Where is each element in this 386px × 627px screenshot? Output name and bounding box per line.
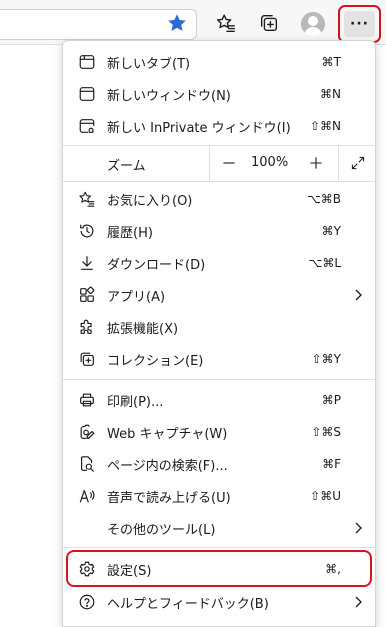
new-tab-icon: [76, 51, 98, 73]
menu-item-label: 履歴(H): [107, 225, 153, 241]
menu-item-label: その他のツール(L): [107, 522, 216, 538]
menu-item-shortcut: ⌘F: [322, 457, 341, 471]
menu-item-label: 印刷(P)...: [107, 394, 164, 410]
settings-gear-icon: [76, 558, 98, 580]
menu-item-shortcut: ⌥⌘L: [308, 256, 341, 270]
zoom-control: ズーム 100%: [63, 145, 375, 181]
menu-item-label: 設定(S): [107, 563, 152, 579]
favorites-icon: [76, 188, 98, 210]
read-aloud-icon: [76, 485, 98, 507]
menu-item-shortcut: ⌘N: [320, 87, 341, 101]
menu-item-shortcut: ⇧⌘N: [309, 119, 341, 133]
new-window-icon: [76, 83, 98, 105]
chevron-right-icon: [355, 522, 362, 534]
zoom-level: 100%: [251, 155, 289, 170]
settings-and-more-button[interactable]: ···: [338, 5, 381, 43]
menu-item-find-on-page[interactable]: ページ内の検索(F)... ⌘F: [63, 449, 375, 479]
menu-item-label: アプリ(A): [107, 289, 166, 305]
menu-item-label: 拡張機能(X): [107, 321, 179, 337]
chevron-right-icon: [355, 596, 362, 608]
menu-item-settings[interactable]: 設定(S) ⌘,: [63, 554, 375, 584]
web-capture-icon: [76, 421, 98, 443]
apps-icon: [76, 284, 98, 306]
menu-item-label: ページ内の検索(F)...: [107, 458, 228, 474]
menu-item-new-tab[interactable]: 新しいタブ(T) ⌘T: [63, 47, 375, 77]
menu-item-shortcut: ⌘,: [325, 562, 341, 576]
zoom-divider: [209, 145, 210, 181]
menu-item-shortcut: ⇧⌘Y: [311, 352, 341, 366]
menu-item-label: 音声で読み上げる(U): [107, 490, 231, 506]
favorites-list-icon[interactable]: [214, 11, 238, 35]
menu-item-shortcut: ⌥⌘B: [306, 192, 341, 206]
menu-item-label: 新しい InPrivate ウィンドウ(I): [107, 120, 291, 136]
settings-and-more-icon: ···: [344, 11, 375, 37]
menu-item-label: 新しいタブ(T): [107, 56, 191, 72]
print-icon: [76, 389, 98, 411]
menu-item-shortcut: ⌘T: [321, 55, 341, 69]
find-on-page-icon: [76, 453, 98, 475]
zoom-divider: [338, 145, 339, 181]
menu-separator: [63, 181, 375, 182]
settings-and-more-menu: 新しいタブ(T) ⌘T 新しいウィンドウ(N) ⌘N 新しい InPrivate…: [62, 40, 376, 627]
menu-item-collections[interactable]: コレクション(E) ⇧⌘Y: [63, 344, 375, 374]
zoom-label: ズーム: [107, 159, 146, 174]
collections-icon: [76, 348, 98, 370]
profile-avatar[interactable]: [301, 12, 325, 36]
collections-icon[interactable]: [257, 11, 281, 35]
menu-item-history[interactable]: 履歴(H) ⌘Y: [63, 216, 375, 246]
favorites-star-icon[interactable]: [165, 11, 189, 35]
menu-item-shortcut: ⇧⌘S: [311, 425, 341, 439]
menu-item-label: ダウンロード(D): [107, 257, 206, 273]
menu-separator: [63, 379, 375, 380]
menu-item-downloads[interactable]: ダウンロード(D) ⌥⌘L: [63, 248, 375, 278]
menu-item-label: ヘルプとフィードバック(B): [107, 596, 269, 612]
help-icon: [76, 591, 98, 613]
extensions-icon: [76, 316, 98, 338]
inprivate-window-icon: [76, 115, 98, 137]
menu-item-new-window[interactable]: 新しいウィンドウ(N) ⌘N: [63, 79, 375, 109]
menu-item-read-aloud[interactable]: 音声で読み上げる(U) ⇧⌘U: [63, 481, 375, 511]
chevron-right-icon: [355, 289, 362, 301]
zoom-out-button[interactable]: [218, 152, 240, 174]
menu-separator: [63, 547, 375, 548]
menu-item-web-capture[interactable]: Web キャプチャ(W) ⇧⌘S: [63, 417, 375, 447]
zoom-in-button[interactable]: [305, 152, 327, 174]
menu-item-shortcut: ⌘Y: [321, 224, 341, 238]
browser-toolbar: ···: [0, 0, 386, 45]
menu-item-print[interactable]: 印刷(P)... ⌘P: [63, 385, 375, 415]
menu-item-label: Web キャプチャ(W): [107, 426, 228, 442]
menu-item-label: 新しいウィンドウ(N): [107, 88, 231, 104]
menu-item-new-inprivate-window[interactable]: 新しい InPrivate ウィンドウ(I) ⇧⌘N: [63, 111, 375, 141]
history-icon: [76, 220, 98, 242]
menu-item-label: コレクション(E): [107, 353, 204, 369]
menu-item-more-tools[interactable]: その他のツール(L): [63, 513, 375, 543]
fullscreen-button[interactable]: [347, 152, 369, 174]
menu-item-help-and-feedback[interactable]: ヘルプとフィードバック(B): [63, 587, 375, 617]
menu-item-label: お気に入り(O): [107, 193, 193, 209]
menu-item-extensions[interactable]: 拡張機能(X): [63, 312, 375, 342]
menu-item-apps[interactable]: アプリ(A): [63, 280, 375, 310]
menu-item-favorites[interactable]: お気に入り(O) ⌥⌘B: [63, 184, 375, 214]
download-icon: [76, 252, 98, 274]
menu-item-shortcut: ⇧⌘U: [310, 489, 341, 503]
menu-item-shortcut: ⌘P: [321, 393, 341, 407]
